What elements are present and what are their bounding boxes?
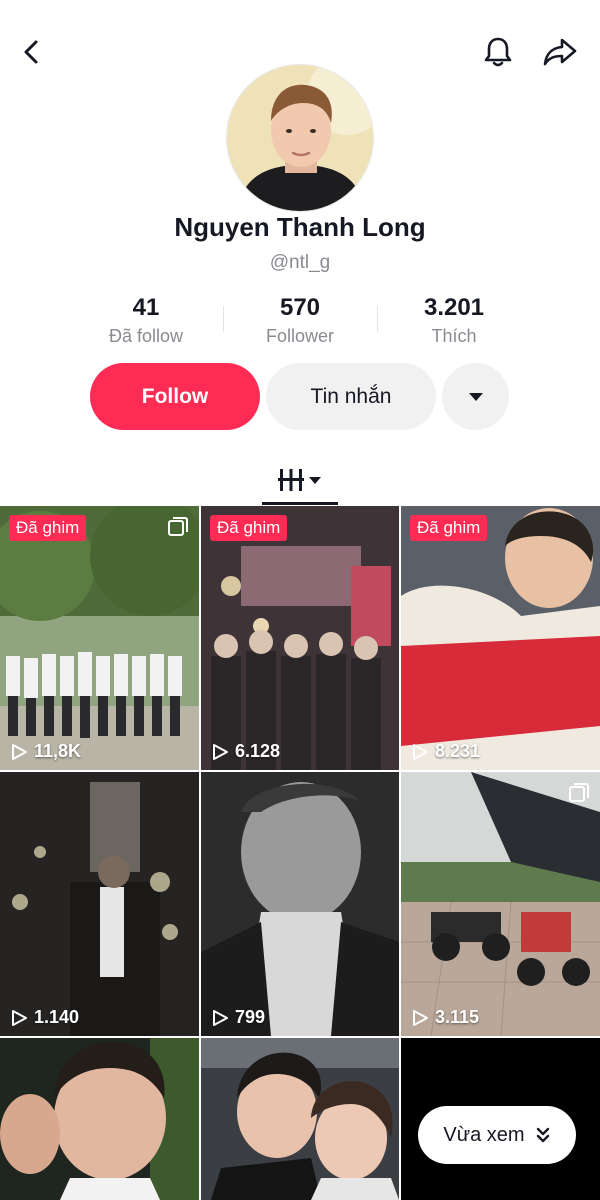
stat-followers[interactable]: 570 Follower [220,292,380,348]
share-arrow-icon [543,38,577,66]
view-count-value: 799 [235,1007,266,1027]
suggested-accounts-button[interactable] [442,363,509,430]
back-chevron-icon [24,40,38,64]
caret-down-icon [468,392,483,401]
view-count: 3.115 [411,1007,479,1028]
view-count: 799 [211,1007,265,1028]
video-thumbnail-image [401,506,600,770]
back-button[interactable] [8,28,56,76]
view-count-value: 3.115 [435,1007,480,1027]
pinned-badge: Đã ghim [9,515,87,541]
pinned-badge: Đã ghim [410,515,488,541]
caret-down-icon [309,477,321,484]
video-thumbnail-image [0,772,199,1036]
stat-following-value: 41 [132,294,160,321]
play-icon [413,743,428,760]
video-thumbnail[interactable] [0,1038,199,1200]
view-count-value: 1.140 [34,1007,80,1027]
view-count-value: 8.231 [435,741,481,761]
play-icon [213,743,228,760]
view-count: 6.128 [211,741,280,762]
recently-viewed-button[interactable]: Vừa xem [418,1106,576,1164]
stat-followers-value: 570 [279,294,321,321]
video-thumbnail-image [201,506,399,770]
view-count-value: 11,8K [34,741,82,761]
multi-photo-icon [168,517,188,536]
video-thumbnail[interactable]: Đã ghim 11,8K [0,506,199,770]
play-icon [413,1009,428,1026]
stat-likes[interactable]: 3.201 Thích [374,292,534,348]
profile-handle: @ntl_g [269,252,331,273]
content-tab-bar [0,450,600,506]
video-thumbnail[interactable]: 799 [201,772,399,1036]
play-icon [12,1009,27,1026]
video-thumbnail-image [201,1038,399,1200]
view-count: 8.231 [411,741,480,762]
video-thumbnail-image [0,506,199,770]
video-thumbnail[interactable]: 1.140 [0,772,199,1036]
notification-bell-button[interactable] [474,28,522,76]
video-thumbnail[interactable]: 3.115 [401,772,600,1036]
follow-button[interactable]: Follow [90,363,260,430]
videos-grid-icon [278,469,304,491]
profile-display-name: Nguyen Thanh Long [174,212,426,242]
stat-following-label: Đã follow [108,326,184,346]
avatar-image [227,65,373,211]
play-icon [12,743,27,760]
view-count-value: 6.128 [235,741,281,761]
active-tab-indicator [262,502,338,505]
video-grid: Đã ghim 11,8K Đã ghim 6.128 Đã ghim 8.23… [0,506,600,1200]
recently-viewed-label: Vừa xem [443,1123,525,1146]
profile-stats: 41 Đã follow 570 Follower 3.201 Thích [0,292,600,352]
pinned-badge: Đã ghim [210,515,288,541]
video-thumbnail[interactable]: Đã ghim 8.231 [401,506,600,770]
stat-followers-label: Follower [265,326,335,346]
multi-photo-icon [569,783,589,802]
double-chevron-down-icon [536,1127,549,1143]
bell-icon [484,37,512,67]
share-button[interactable] [536,28,584,76]
view-count: 11,8K [10,741,81,762]
video-thumbnail-image [401,772,600,1036]
video-thumbnail-image [0,1038,199,1200]
view-count: 1.140 [10,1007,79,1028]
tab-videos[interactable] [262,458,338,502]
stat-likes-label: Thích [431,326,477,346]
video-thumbnail-image [201,772,399,1036]
play-icon [213,1009,228,1026]
stat-following[interactable]: 41 Đã follow [66,292,226,348]
profile-avatar[interactable] [226,64,374,212]
message-button[interactable]: Tin nhắn [266,363,436,430]
video-thumbnail[interactable]: Đã ghim 6.128 [201,506,399,770]
stat-likes-value: 3.201 [423,294,485,321]
video-thumbnail[interactable] [201,1038,399,1200]
